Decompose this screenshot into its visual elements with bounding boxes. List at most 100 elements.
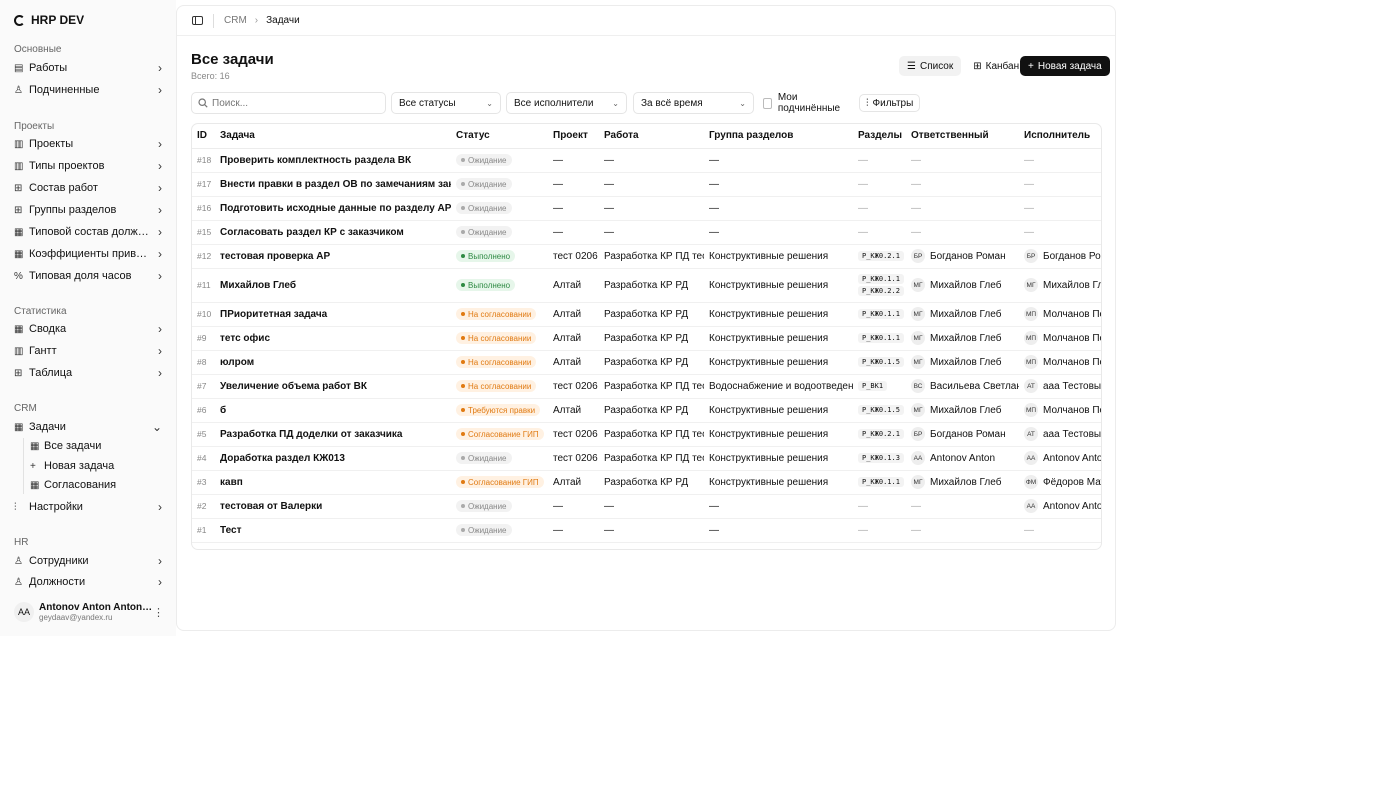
sidebar-toggle-icon[interactable] [192, 16, 203, 25]
section-chip: Р_КЖ0.1.5 [858, 357, 904, 367]
table-row[interactable]: #17 Внести правки в раздел ОВ по замечан… [192, 172, 1101, 197]
sidebar-item-table[interactable]: ⊞ Таблица › [14, 364, 162, 382]
executor-cell: МП Молчанов Петр [1019, 326, 1101, 351]
sidebar-item-subordinates[interactable]: ♙ Подчиненные › [14, 81, 162, 99]
sidebar-item-section-groups[interactable]: ⊞ Группы разделов › [14, 201, 162, 219]
table-row[interactable]: #4 Доработка раздел КЖ013 Ожидание тест … [192, 446, 1101, 471]
section-chip: Р_КЖ0.1.1 [858, 477, 904, 487]
section-label-hr: HR [14, 537, 29, 548]
task-title[interactable]: Согласовать раздел КР с заказчиком [215, 220, 451, 245]
sidebar-item-work-composition[interactable]: ⊞ Состав работ › [14, 179, 162, 197]
sidebar-item-project-types[interactable]: ▥ Типы проектов › [14, 157, 162, 175]
col-sections[interactable]: Разделы [853, 124, 906, 149]
table-row[interactable]: #12 тестовая проверка АР Выполнено тест … [192, 244, 1101, 269]
col-id[interactable]: ID [192, 124, 215, 149]
table-row[interactable]: #7 Увеличение объема работ ВК На согласо… [192, 374, 1101, 399]
breadcrumb-root[interactable]: CRM [224, 15, 247, 26]
sidebar-item-coefficients[interactable]: ▦Коэффициенты приведени...› [14, 245, 162, 263]
project-cell: — [548, 172, 599, 197]
task-title[interactable]: тестовая от Валерки [215, 494, 451, 519]
status-cell: Требуются правки [451, 398, 548, 423]
table-row[interactable]: #11 Михайлов Глеб Выполнено Алтай Разраб… [192, 268, 1101, 303]
person-name: Васильева Светлана [930, 380, 1019, 392]
col-section-group[interactable]: Группа разделов [704, 124, 853, 149]
status-select[interactable]: Все статусы ⌄ [391, 92, 501, 114]
task-title[interactable]: Тест [215, 518, 451, 543]
person-name: Михайлов Глеб [930, 332, 1002, 344]
sidebar-item-positions[interactable]: ♙ Должности › [14, 573, 162, 591]
sidebar-item-hours-share[interactable]: % Типовая доля часов › [14, 267, 162, 285]
table-row[interactable]: #6 б Требуются правки Алтай Разработка К… [192, 398, 1101, 423]
table-row[interactable]: #3 кавп Согласование ГИП Алтай Разработк… [192, 470, 1101, 495]
col-task[interactable]: Задача [215, 124, 451, 149]
task-title[interactable]: тетс офис [215, 326, 451, 351]
table-row[interactable]: #8 юлром На согласовании Алтай Разработк… [192, 350, 1101, 375]
col-responsible[interactable]: Ответственный [906, 124, 1019, 149]
table-row[interactable]: #15 Согласовать раздел КР с заказчиком О… [192, 220, 1101, 245]
sidebar-subitem-all-tasks[interactable]: ▦ Все задачи [30, 437, 160, 455]
col-status[interactable]: Статус [451, 124, 548, 149]
list-view-button[interactable]: ☰ Список [899, 56, 962, 76]
my-subordinates-checkbox[interactable]: Мои подчинённые [763, 92, 842, 114]
person-empty: — [1024, 202, 1034, 214]
status-cell: Ожидание [451, 518, 548, 543]
sidebar-item-works[interactable]: ▤ Работы › [14, 59, 162, 77]
more-vertical-icon[interactable]: ⋮ [153, 606, 164, 619]
user-icon: ♙ [14, 84, 23, 96]
table-row[interactable]: #5 Разработка ПД доделки от заказчика Со… [192, 422, 1101, 447]
person-name: Молчанов Петр [1043, 404, 1101, 416]
sidebar-item-tasks[interactable]: ▦ Задачи ⌄ [14, 418, 162, 436]
brand[interactable]: HRP DEV [14, 13, 84, 27]
task-title[interactable]: Михайлов Глеб [215, 268, 451, 303]
sidebar: HRP DEV Основные ▤ Работы › ♙ Подчиненные › … [0, 0, 176, 636]
table-row[interactable]: #2 тестовая от Валерки Ожидание — — — — … [192, 494, 1101, 519]
table-row[interactable]: #10 ПРиоритетная задача На согласовании … [192, 302, 1101, 327]
kanban-view-button[interactable]: ⊞ Канбан [965, 56, 1027, 76]
sidebar-item-typical-positions[interactable]: ▦Типовой состав должност...› [14, 223, 162, 241]
task-title[interactable]: Доработка раздел КЖ013 [215, 446, 451, 471]
sidebar-item-settings[interactable]: ⫶ Настройки › [14, 498, 162, 516]
new-task-button[interactable]: + Новая задача [1020, 56, 1110, 76]
topbar: CRM › Задачи [177, 6, 1115, 36]
table-icon: ⊞ [14, 367, 23, 379]
status-badge: Согласование ГИП [456, 428, 544, 440]
task-id: #15 [192, 220, 215, 245]
executor-cell: АТ ааа Тестовый [1019, 374, 1101, 399]
project-cell: тест 0206 [548, 244, 599, 269]
task-title[interactable]: юлром [215, 350, 451, 375]
chevron-right-icon: › [158, 137, 162, 151]
sidebar-item-gantt[interactable]: ▥ Гантт › [14, 342, 162, 360]
col-work[interactable]: Работа [599, 124, 704, 149]
sidebar-item-employees[interactable]: ♙ Сотрудники › [14, 552, 162, 570]
search-input[interactable] [212, 97, 382, 109]
task-title[interactable]: Внести правки в раздел ОВ по замечаниям … [215, 172, 451, 197]
status-cell: На согласовании [451, 374, 548, 399]
task-title[interactable]: Разработка ПД доделки от заказчика [215, 422, 451, 447]
task-title[interactable]: кавп [215, 470, 451, 495]
checkbox[interactable] [763, 97, 772, 109]
sidebar-item-projects[interactable]: ▥ Проекты › [14, 135, 162, 153]
col-executor[interactable]: Исполнитель [1019, 124, 1101, 149]
task-title[interactable]: Увеличение объема работ ВК [215, 374, 451, 399]
assignee-select[interactable]: Все исполнители ⌄ [506, 92, 627, 114]
project-cell: Алтай [548, 302, 599, 327]
task-title[interactable]: Подготовить исходные данные по разделу А… [215, 196, 451, 221]
section-chip: Р_КЖ0.1.1 [858, 333, 904, 343]
task-title[interactable]: ПРиоритетная задача [215, 302, 451, 327]
sidebar-item-summary[interactable]: ▦ Сводка › [14, 320, 162, 338]
avatar: МГ [911, 278, 925, 292]
table-row[interactable]: #18 Проверить комплектность раздела ВК О… [192, 148, 1101, 173]
col-project[interactable]: Проект [548, 124, 599, 149]
task-title[interactable]: тестовая проверка АР [215, 244, 451, 269]
filters-button[interactable]: ⫶ Фильтры [859, 94, 921, 112]
responsible-cell: — [906, 494, 1019, 519]
period-select[interactable]: За всё время ⌄ [633, 92, 754, 114]
task-title[interactable]: Проверить комплектность раздела ВК [215, 148, 451, 173]
table-row[interactable]: #9 тетс офис На согласовании Алтай Разра… [192, 326, 1101, 351]
sidebar-subitem-approvals[interactable]: ▦ Согласования [30, 476, 160, 494]
user-menu[interactable]: AA Antonov Anton Antonovi... geydaav@yan… [14, 600, 164, 624]
table-row[interactable]: #1 Тест Ожидание — — — — — — [192, 518, 1101, 543]
table-row[interactable]: #16 Подготовить исходные данные по разде… [192, 196, 1101, 221]
task-title[interactable]: б [215, 398, 451, 423]
sidebar-subitem-new-task[interactable]: + Новая задача [30, 457, 160, 475]
